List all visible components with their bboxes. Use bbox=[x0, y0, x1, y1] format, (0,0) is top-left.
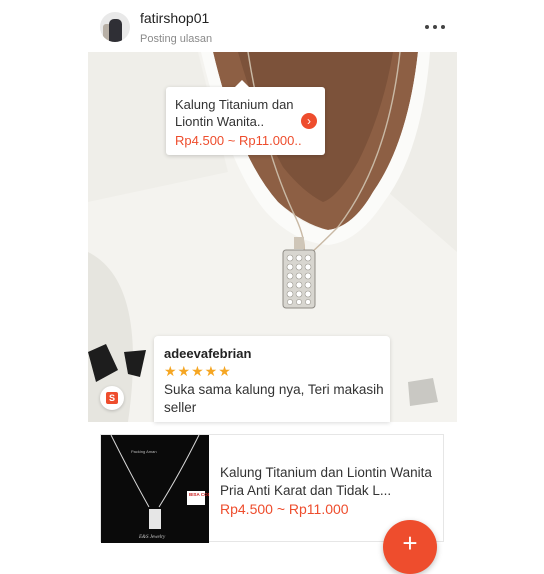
product-title: Kalung Titanium dan Liontin Wanita Pria … bbox=[220, 465, 432, 498]
star-rating: ★★★★★ bbox=[164, 363, 232, 379]
review-text: Suka sama kalung nya, Teri makasih selle… bbox=[164, 382, 384, 415]
reviewer-name[interactable]: adeevafebrian bbox=[164, 346, 251, 361]
product-thumbnail: Packing Aman BISA COD E&S Jewelry bbox=[101, 435, 209, 543]
thumb-badge: BISA COD bbox=[189, 492, 209, 497]
post-header: fatirshop01 Posting ulasan bbox=[0, 0, 544, 52]
shopee-bag-logo: S bbox=[106, 392, 118, 404]
shop-avatar[interactable] bbox=[100, 12, 130, 42]
post-subtitle: Posting ulasan bbox=[140, 33, 213, 45]
shopee-bag-icon[interactable]: S bbox=[100, 386, 124, 410]
thumb-brand: E&S Jewelry bbox=[138, 535, 166, 540]
tag-product-title: Kalung Titanium dan Liontin Wanita.. bbox=[175, 97, 294, 129]
review-card: adeevafebrian ★★★★★ Suka sama kalung nya… bbox=[154, 336, 390, 422]
tag-product-price: Rp4.500 ~ Rp11.000.. bbox=[175, 133, 302, 148]
more-options-icon[interactable] bbox=[424, 20, 446, 34]
shop-name[interactable]: fatirshop01 bbox=[140, 10, 209, 26]
chevron-right-icon[interactable]: › bbox=[301, 113, 317, 129]
add-fab-button[interactable]: + bbox=[383, 520, 437, 574]
thumbnail-illustration: Packing Aman BISA COD E&S Jewelry bbox=[101, 435, 209, 543]
thumb-caption: Packing Aman bbox=[131, 449, 157, 454]
product-price: Rp4.500 ~ Rp11.000 bbox=[220, 501, 349, 517]
product-tag[interactable]: Kalung Titanium dan Liontin Wanita.. Rp4… bbox=[166, 80, 325, 155]
avatar-figure-dark bbox=[109, 19, 122, 42]
